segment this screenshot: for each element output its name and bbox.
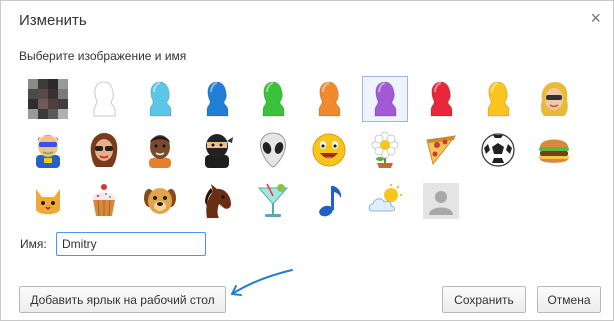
- dialog-title: Изменить: [19, 12, 87, 29]
- name-input[interactable]: [56, 232, 206, 256]
- avatar-woman-sunglasses-icon[interactable]: [81, 127, 127, 173]
- avatar-red-icon[interactable]: [418, 76, 464, 122]
- close-icon[interactable]: ×: [590, 9, 601, 27]
- avatar-purple-icon[interactable]: [362, 76, 409, 122]
- avatar-yellow-icon[interactable]: [475, 76, 521, 122]
- avatar-cupcake-icon[interactable]: [81, 178, 127, 224]
- avatar-ninja-icon[interactable]: [194, 127, 240, 173]
- avatar-blue-icon[interactable]: [194, 76, 240, 122]
- avatar-pizza-icon[interactable]: [418, 127, 464, 173]
- avatar-music-note-icon[interactable]: [306, 178, 352, 224]
- add-desktop-shortcut-button[interactable]: Добавить ярлык на рабочий стол: [19, 286, 226, 313]
- avatar-smiley-icon[interactable]: [306, 127, 352, 173]
- avatar-green-icon[interactable]: [250, 76, 296, 122]
- avatar-white-icon[interactable]: [81, 76, 127, 122]
- avatar-sun-cloud-icon[interactable]: [362, 178, 408, 224]
- avatar-default-gray-icon[interactable]: [418, 178, 464, 224]
- dialog-subtitle: Выберите изображение и имя: [19, 49, 187, 63]
- avatar-cocktail-icon[interactable]: [250, 178, 296, 224]
- avatar-pixelated-photo-icon[interactable]: [25, 76, 71, 122]
- edit-profile-dialog: Изменить × Выберите изображение и имя Им…: [0, 0, 614, 321]
- avatar-burger-icon[interactable]: [531, 127, 577, 173]
- avatar-superhero-icon[interactable]: [25, 127, 71, 173]
- avatar-orange-icon[interactable]: [306, 76, 352, 122]
- avatar-cyan-icon[interactable]: [137, 76, 183, 122]
- avatar-dog-icon[interactable]: [137, 178, 183, 224]
- avatar-soccer-ball-icon[interactable]: [475, 127, 521, 173]
- arrow-annotation-icon: [231, 269, 293, 296]
- avatar-cat-icon[interactable]: [25, 178, 71, 224]
- name-label: Имя:: [20, 237, 47, 251]
- avatar-man-icon[interactable]: [137, 127, 183, 173]
- save-button[interactable]: Сохранить: [442, 286, 526, 313]
- avatar-horse-icon[interactable]: [194, 178, 240, 224]
- avatar-alien-icon[interactable]: [250, 127, 296, 173]
- avatar-flower-icon[interactable]: [362, 127, 408, 173]
- cancel-button[interactable]: Отмена: [537, 286, 601, 313]
- avatar-blonde-woman-icon[interactable]: [531, 76, 577, 122]
